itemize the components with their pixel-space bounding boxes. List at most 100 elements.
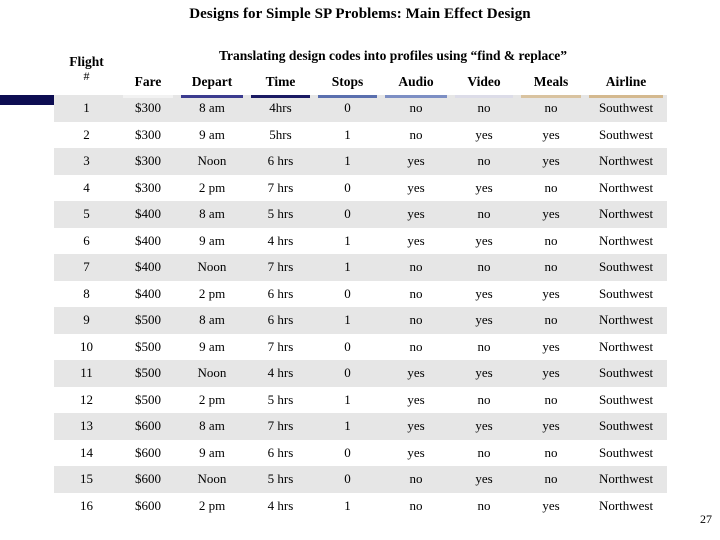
cell-depart: 2 pm	[177, 492, 247, 519]
table-row: 15 $600 Noon 5 hrs 0 no yes no Northwest	[54, 466, 668, 493]
cell-video: no	[451, 439, 517, 466]
cell-airline: Southwest	[585, 360, 668, 387]
cell-time: 7 hrs	[247, 333, 314, 360]
cell-depart: 9 am	[177, 121, 247, 148]
column-header-meals: Meals	[517, 68, 585, 98]
cell-fare: $300	[119, 174, 177, 201]
table-row: 8 $400 2 pm 6 hrs 0 no yes yes Southwest	[54, 280, 668, 307]
column-underline-depart	[181, 95, 243, 98]
cell-stops: 0	[314, 174, 381, 201]
cell-stops: 1	[314, 386, 381, 413]
cell-flight: 6	[54, 227, 119, 254]
column-underline-audio	[385, 95, 447, 98]
cell-time: 7 hrs	[247, 174, 314, 201]
cell-video: no	[451, 386, 517, 413]
cell-meals: no	[517, 227, 585, 254]
column-header-depart-label: Depart	[191, 73, 233, 89]
cell-video: no	[451, 333, 517, 360]
column-header-flight-line2: #	[83, 68, 90, 83]
cell-airline: Northwest	[585, 227, 668, 254]
cell-video: yes	[451, 227, 517, 254]
cell-airline: Southwest	[585, 386, 668, 413]
cell-time: 7 hrs	[247, 413, 314, 440]
table-row: 13 $600 8 am 7 hrs 1 yes yes yes Southwest	[54, 413, 668, 440]
cell-video: no	[451, 492, 517, 519]
table-row: 1 $300 8 am 4hrs 0 no no no Southwest	[54, 95, 668, 122]
cell-time: 6 hrs	[247, 307, 314, 334]
cell-depart: 2 pm	[177, 174, 247, 201]
header-row-top: Flight # Translating design codes into p…	[54, 43, 668, 95]
table-row: 4 $300 2 pm 7 hrs 0 yes yes no Northwest	[54, 174, 668, 201]
table-row: 3 $300 Noon 6 hrs 1 yes no yes Northwest	[54, 148, 668, 175]
column-underline-airline	[589, 95, 664, 98]
cell-airline: Northwest	[585, 307, 668, 334]
cell-video: yes	[451, 121, 517, 148]
column-header-airline: Airline	[585, 68, 668, 98]
cell-flight: 3	[54, 148, 119, 175]
cell-fare: $500	[119, 386, 177, 413]
cell-time: 5 hrs	[247, 466, 314, 493]
cell-fare: $500	[119, 333, 177, 360]
cell-airline: Northwest	[585, 466, 668, 493]
cell-flight: 12	[54, 386, 119, 413]
cell-depart: Noon	[177, 360, 247, 387]
cell-flight: 11	[54, 360, 119, 387]
cell-airline: Southwest	[585, 95, 668, 122]
column-underline-fare	[123, 95, 173, 98]
column-header-airline-label: Airline	[605, 73, 647, 89]
cell-flight: 14	[54, 439, 119, 466]
cell-time: 6 hrs	[247, 439, 314, 466]
column-header-time-label: Time	[265, 73, 296, 89]
cell-meals: no	[517, 307, 585, 334]
cell-fare: $600	[119, 492, 177, 519]
cell-time: 6 hrs	[247, 148, 314, 175]
cell-flight: 10	[54, 333, 119, 360]
cell-flight: 9	[54, 307, 119, 334]
table-row: 7 $400 Noon 7 hrs 1 no no no Southwest	[54, 254, 668, 281]
column-header-depart: Depart	[177, 68, 247, 98]
cell-audio: no	[381, 466, 451, 493]
column-header-meals-label: Meals	[533, 73, 569, 89]
cell-depart: Noon	[177, 466, 247, 493]
table-row: 12 $500 2 pm 5 hrs 1 yes no no Southwest	[54, 386, 668, 413]
column-header-fare: Fare	[119, 68, 177, 98]
cell-airline: Northwest	[585, 492, 668, 519]
cell-audio: no	[381, 121, 451, 148]
cell-audio: yes	[381, 227, 451, 254]
cell-audio: no	[381, 333, 451, 360]
cell-meals: no	[517, 174, 585, 201]
cell-video: no	[451, 254, 517, 281]
cell-fare: $500	[119, 360, 177, 387]
cell-airline: Northwest	[585, 333, 668, 360]
cell-audio: no	[381, 492, 451, 519]
cell-stops: 0	[314, 333, 381, 360]
cell-audio: yes	[381, 148, 451, 175]
cell-stops: 1	[314, 148, 381, 175]
cell-video: yes	[451, 174, 517, 201]
cell-meals: yes	[517, 413, 585, 440]
cell-airline: Southwest	[585, 121, 668, 148]
cell-audio: yes	[381, 201, 451, 228]
cell-video: no	[451, 95, 517, 122]
cell-time: 4 hrs	[247, 492, 314, 519]
cell-flight: 5	[54, 201, 119, 228]
cell-meals: yes	[517, 280, 585, 307]
cell-fare: $600	[119, 439, 177, 466]
page-title: Designs for Simple SP Problems: Main Eff…	[189, 6, 531, 22]
cell-flight: 1	[54, 95, 119, 122]
cell-airline: Southwest	[585, 413, 668, 440]
table-row: 10 $500 9 am 7 hrs 0 no no yes Northwest	[54, 333, 668, 360]
cell-fare: $400	[119, 280, 177, 307]
cell-flight: 2	[54, 121, 119, 148]
column-header-flight-line1: Flight	[69, 54, 104, 70]
cell-time: 7 hrs	[247, 254, 314, 281]
cell-flight: 8	[54, 280, 119, 307]
cell-meals: yes	[517, 333, 585, 360]
header-row-sub: Fare Depart Time Stops Audio Video Meals…	[54, 68, 668, 98]
cell-meals: yes	[517, 360, 585, 387]
design-table: Flight # Translating design codes into p…	[54, 43, 668, 519]
cell-flight: 16	[54, 492, 119, 519]
cell-flight: 15	[54, 466, 119, 493]
left-accent-bar	[0, 95, 56, 105]
column-underline-meals	[521, 95, 581, 98]
